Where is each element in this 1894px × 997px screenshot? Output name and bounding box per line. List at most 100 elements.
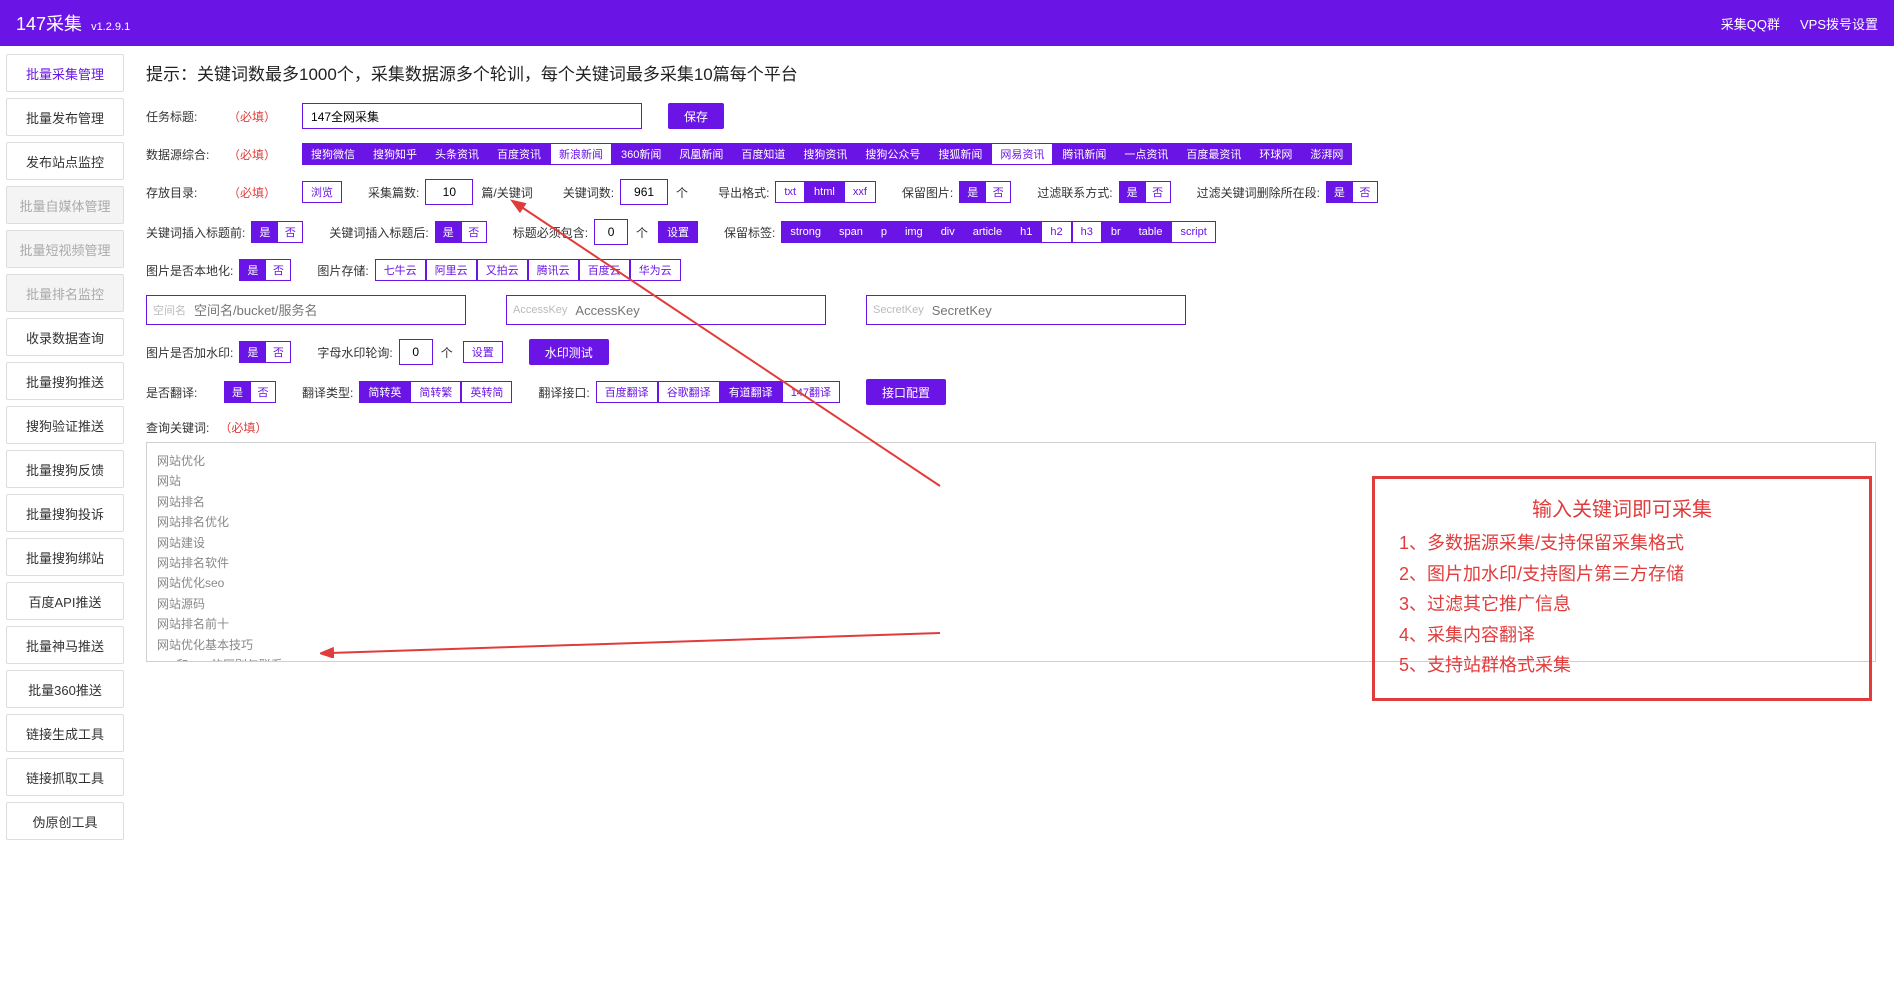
sidebar-item[interactable]: 批量神马推送	[6, 626, 124, 664]
tag-chip[interactable]: table	[1130, 221, 1172, 243]
sidebar-item[interactable]: 批量搜狗绑站	[6, 538, 124, 576]
link-qq-group[interactable]: 采集QQ群	[1721, 14, 1780, 33]
sidebar-item[interactable]: 搜狗验证推送	[6, 406, 124, 444]
opt-yes[interactable]: 是	[239, 341, 265, 363]
toggle-image-local[interactable]: 是否	[239, 259, 291, 281]
must-contain-set-button[interactable]: 设置	[658, 221, 698, 243]
opt-no[interactable]: 否	[265, 259, 291, 281]
sidebar-item[interactable]: 批量搜狗投诉	[6, 494, 124, 532]
secretkey-input[interactable]	[932, 303, 1179, 318]
sidebar-item[interactable]: 收录数据查询	[6, 318, 124, 356]
sidebar-item[interactable]: 链接抓取工具	[6, 758, 124, 796]
source-chip[interactable]: 百度知道	[732, 143, 794, 165]
accesskey-input[interactable]	[575, 303, 819, 318]
format-chip[interactable]: html	[805, 181, 844, 203]
sidebar-item[interactable]: 伪原创工具	[6, 802, 124, 840]
source-chip[interactable]: 腾讯新闻	[1053, 143, 1115, 165]
opt-yes[interactable]: 是	[224, 381, 250, 403]
opt-yes[interactable]: 是	[435, 221, 461, 243]
source-chip[interactable]: 360新闻	[612, 143, 670, 165]
opt-no[interactable]: 否	[250, 381, 276, 403]
tag-chip[interactable]: strong	[781, 221, 830, 243]
opt-no[interactable]: 否	[985, 181, 1011, 203]
source-chip[interactable]: 搜狗公众号	[856, 143, 929, 165]
translate-type-chip[interactable]: 英转简	[461, 381, 512, 403]
source-chip[interactable]: 搜狗微信	[302, 143, 364, 165]
tag-chip[interactable]: p	[872, 221, 896, 243]
source-chip[interactable]: 头条资讯	[426, 143, 488, 165]
cloud-chip[interactable]: 华为云	[630, 259, 681, 281]
sidebar-item[interactable]: 批量360推送	[6, 670, 124, 708]
toggle-filter-keyword-para[interactable]: 是否	[1326, 181, 1378, 203]
keyword-count-input[interactable]	[620, 179, 668, 205]
tag-chip[interactable]: img	[896, 221, 932, 243]
source-chip[interactable]: 新浪新闻	[550, 143, 612, 165]
sidebar-item[interactable]: 发布站点监控	[6, 142, 124, 180]
translate-type-chip[interactable]: 简转英	[359, 381, 410, 403]
source-chip[interactable]: 百度最资讯	[1177, 143, 1250, 165]
task-title-input[interactable]	[302, 103, 642, 129]
source-chip[interactable]: 凤凰新闻	[670, 143, 732, 165]
opt-yes[interactable]: 是	[959, 181, 985, 203]
api-config-button[interactable]: 接口配置	[866, 379, 946, 405]
watermark-set-button[interactable]: 设置	[463, 341, 503, 363]
translate-api-chip[interactable]: 谷歌翻译	[658, 381, 720, 403]
tag-chip[interactable]: br	[1102, 221, 1130, 243]
cloud-chip[interactable]: 百度云	[579, 259, 630, 281]
translate-api-chip[interactable]: 百度翻译	[596, 381, 658, 403]
cloud-chip[interactable]: 腾讯云	[528, 259, 579, 281]
tag-chip[interactable]: article	[964, 221, 1011, 243]
bucket-input[interactable]	[194, 303, 459, 318]
source-chip[interactable]: 搜狗资讯	[794, 143, 856, 165]
tag-chip[interactable]: h1	[1011, 221, 1041, 243]
sidebar-item[interactable]: 百度API推送	[6, 582, 124, 620]
collect-count-input[interactable]	[425, 179, 473, 205]
opt-yes[interactable]: 是	[239, 259, 265, 281]
source-chip[interactable]: 澎湃网	[1301, 143, 1352, 165]
format-chip[interactable]: xxf	[844, 181, 876, 203]
sidebar-item[interactable]: 批量搜狗反馈	[6, 450, 124, 488]
link-vps-dial[interactable]: VPS拨号设置	[1800, 14, 1878, 33]
source-chip[interactable]: 百度资讯	[488, 143, 550, 165]
sidebar-item[interactable]: 批量搜狗推送	[6, 362, 124, 400]
source-chip[interactable]: 网易资讯	[991, 143, 1053, 165]
sidebar-item[interactable]: 链接生成工具	[6, 714, 124, 752]
tag-chip[interactable]: script	[1171, 221, 1215, 243]
toggle-insert-before[interactable]: 是否	[251, 221, 303, 243]
toggle-insert-after[interactable]: 是否	[435, 221, 487, 243]
source-chip[interactable]: 环球网	[1250, 143, 1301, 165]
browse-button[interactable]: 浏览	[302, 181, 342, 203]
source-chip[interactable]: 搜狐新闻	[929, 143, 991, 165]
tag-chip[interactable]: span	[830, 221, 872, 243]
cloud-chip[interactable]: 阿里云	[426, 259, 477, 281]
opt-yes[interactable]: 是	[1326, 181, 1352, 203]
opt-yes[interactable]: 是	[1119, 181, 1145, 203]
translate-api-chip[interactable]: 147翻译	[782, 381, 840, 403]
translate-api-chip[interactable]: 有道翻译	[720, 381, 782, 403]
opt-no[interactable]: 否	[277, 221, 303, 243]
source-chip[interactable]: 搜狗知乎	[364, 143, 426, 165]
tag-chip[interactable]: h3	[1072, 221, 1102, 243]
watermark-test-button[interactable]: 水印测试	[529, 339, 609, 365]
toggle-filter-contact[interactable]: 是否	[1119, 181, 1171, 203]
opt-no[interactable]: 否	[1352, 181, 1378, 203]
toggle-translate[interactable]: 是否	[224, 381, 276, 403]
translate-type-chip[interactable]: 简转繁	[410, 381, 461, 403]
toggle-watermark[interactable]: 是否	[239, 341, 291, 363]
opt-yes[interactable]: 是	[251, 221, 277, 243]
opt-no[interactable]: 否	[1145, 181, 1171, 203]
alpha-watermark-input[interactable]	[399, 339, 433, 365]
cloud-chip[interactable]: 又拍云	[477, 259, 528, 281]
cloud-chip[interactable]: 七牛云	[375, 259, 426, 281]
opt-no[interactable]: 否	[265, 341, 291, 363]
sidebar-item[interactable]: 批量发布管理	[6, 98, 124, 136]
format-chip[interactable]: txt	[775, 181, 805, 203]
toggle-keep-image[interactable]: 是否	[959, 181, 1011, 203]
save-button[interactable]: 保存	[668, 103, 724, 129]
must-contain-input[interactable]	[594, 219, 628, 245]
opt-no[interactable]: 否	[461, 221, 487, 243]
tag-chip[interactable]: div	[932, 221, 964, 243]
sidebar-item[interactable]: 批量采集管理	[6, 54, 124, 92]
tag-chip[interactable]: h2	[1041, 221, 1071, 243]
source-chip[interactable]: 一点资讯	[1115, 143, 1177, 165]
